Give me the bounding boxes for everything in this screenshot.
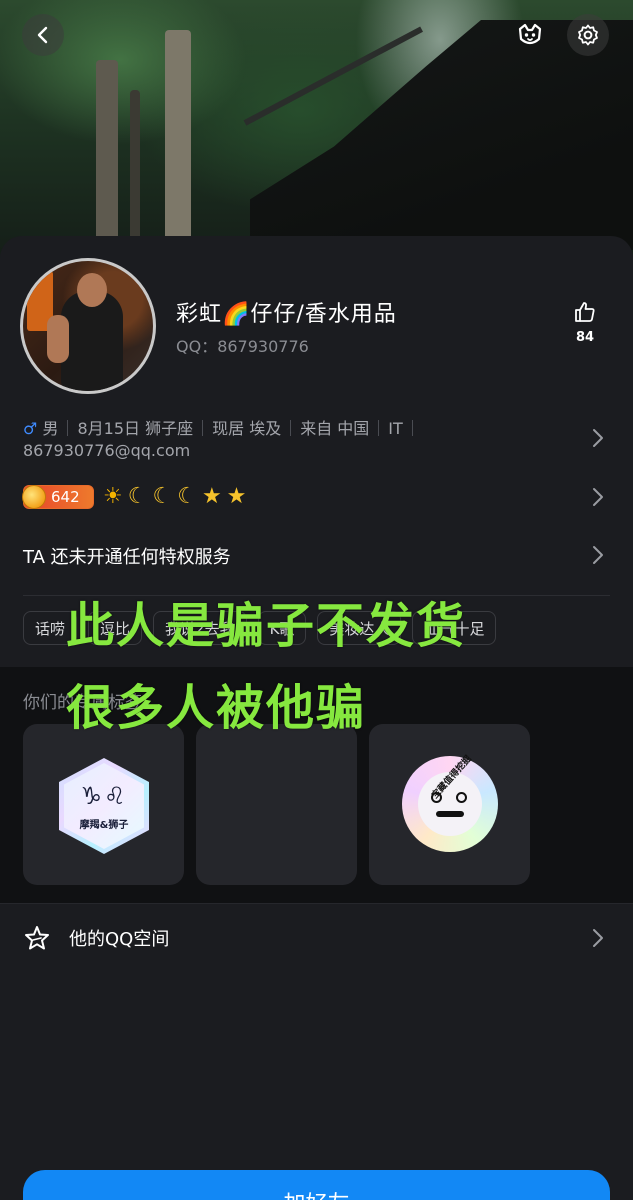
warning-overlay-line2: 很多人被他骗 [66, 680, 367, 736]
qzone-row[interactable]: 他的QQ空间 [23, 924, 169, 952]
warning-overlay-line1: 此人是骗子不发货 [66, 598, 467, 654]
like-count: 84 [575, 330, 595, 345]
email: 867930776@qq.com [23, 441, 191, 460]
zodiac-medal-icon: ♑♌ 摩羯&狮子 [59, 758, 149, 854]
like-button[interactable]: 84 [566, 300, 604, 345]
moon-icon: ☾ [177, 484, 197, 509]
occupation: IT [388, 419, 403, 438]
temple-roof [250, 20, 633, 250]
zodiac-symbols: ♑♌ [80, 781, 128, 810]
pet-button[interactable] [509, 14, 551, 56]
profile-info-row[interactable]: ♂ 男 8月15日 狮子座 现居 埃及 来自 中国 IT [23, 415, 422, 439]
star-outline-icon [25, 926, 49, 950]
profile-page: 彩虹🌈仔仔/香水用品 QQ：867930776 84 ♂ 男 8月15日 狮子座现… [0, 0, 633, 1200]
chevron-right-icon[interactable] [590, 487, 606, 507]
zodiac-medal-face: ♑♌ 摩羯&狮子 [64, 763, 144, 849]
tree-trunk [130, 90, 140, 240]
residence: 现居 埃及 [212, 419, 282, 438]
privilege-status[interactable]: TA 还未开通任何特权服务 [23, 543, 231, 569]
treasure-medal-icon: 宝藏值得挖掘 [402, 754, 498, 852]
add-friend-button[interactable]: 加好友 [23, 1170, 610, 1200]
qzone-label: 他的QQ空间 [69, 929, 170, 950]
avatar[interactable] [20, 258, 156, 394]
medal-face-eye [456, 792, 467, 803]
birthday: 8月15日 [77, 419, 140, 438]
pet-face-icon [518, 23, 542, 45]
back-chevron-icon [37, 26, 48, 44]
tree-trunk [165, 30, 191, 240]
qq-level-icons[interactable]: ☀ ☾ ☾ ☾ ★ ★ [103, 484, 246, 510]
chevron-right-icon[interactable] [590, 545, 606, 565]
tree-trunk [96, 60, 118, 240]
avatar-figure-head [77, 273, 107, 307]
medal-card-zodiac[interactable]: ♑♌ 摩羯&狮子 [23, 724, 184, 885]
avatar-figure-arm [47, 315, 69, 363]
back-button[interactable] [22, 14, 64, 56]
chevron-right-icon[interactable] [590, 928, 606, 948]
gender-text: 男 [42, 419, 59, 438]
chevron-right-icon[interactable] [590, 428, 606, 448]
divider [0, 903, 633, 904]
zodiac-medal-label: 摩羯&狮子 [79, 819, 129, 831]
hometown: 来自 中国 [300, 419, 370, 438]
sun-icon: ☀ [103, 484, 123, 509]
star-icon: ★ [226, 484, 247, 509]
settings-button[interactable] [567, 14, 609, 56]
vip-coin-badge[interactable]: 642 [22, 485, 94, 509]
zodiac-sign: 狮子座 [145, 419, 194, 438]
gear-icon [578, 24, 598, 46]
medal-card-empty[interactable] [196, 724, 357, 885]
medal-card-treasure[interactable]: 宝藏值得挖掘 [369, 724, 530, 885]
medal-face-mouth [436, 811, 464, 817]
moon-icon: ☾ [127, 484, 148, 509]
male-icon: ♂ [23, 419, 38, 438]
qq-number[interactable]: QQ：867930776 [176, 333, 309, 357]
moon-icon: ☾ [152, 484, 173, 509]
star-icon: ★ [201, 484, 222, 509]
coin-icon [22, 485, 46, 509]
thumbs-up-icon [575, 302, 595, 322]
coin-value: 642 [51, 488, 80, 506]
nickname: 彩虹🌈仔仔/香水用品 [176, 302, 397, 327]
